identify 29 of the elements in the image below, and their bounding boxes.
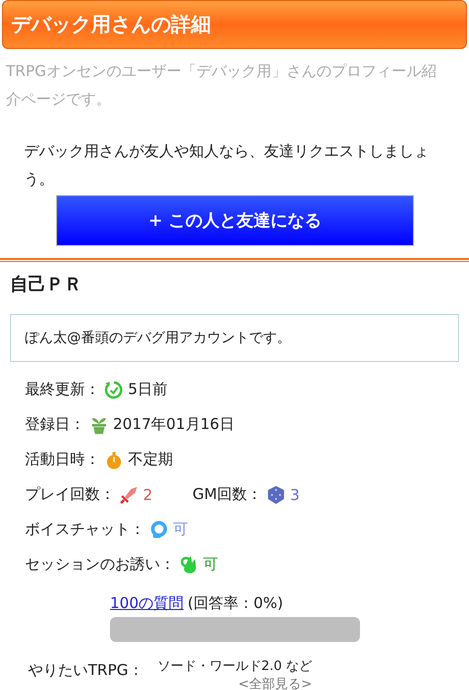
games-label: やりたいTRPG： xyxy=(28,660,144,681)
stat-label: ボイスチャット： xyxy=(25,520,145,539)
stat-value: 5日前 xyxy=(128,380,168,399)
stat-value: 3 xyxy=(290,486,300,504)
stat-label: セッションのお誘い： xyxy=(25,555,175,574)
stat-value: 不定期 xyxy=(128,450,173,469)
stat-label: 活動日時： xyxy=(25,450,100,469)
intro-text: TRPGオンセンのユーザー「デバック用」さんのプロフィール紹介ページです。 xyxy=(6,61,438,110)
stat-value: 可 xyxy=(203,555,218,574)
sword-icon xyxy=(119,484,139,504)
questions-link[interactable]: 100の質問 xyxy=(110,594,184,613)
page-title: デバック用さんの詳細 xyxy=(11,11,211,38)
clock-icon xyxy=(104,380,124,400)
stat-value: 2017年01月16日 xyxy=(113,415,234,434)
stat-label: GM回数： xyxy=(192,485,262,504)
stat-value: 可 xyxy=(173,520,188,539)
pr-text: ぽん太@番頭のデバグ用アカウントです。 xyxy=(25,329,291,347)
stopwatch-icon xyxy=(104,450,124,470)
answer-rate: (回答率：0%) xyxy=(188,594,284,613)
stat-label: プレイ回数： xyxy=(25,485,115,504)
section-heading: 自己ＰＲ xyxy=(10,273,83,296)
stat-label: 最終更新： xyxy=(25,380,100,399)
die-icon xyxy=(266,484,286,504)
stat-label: 登録日： xyxy=(25,415,85,434)
stat-value: 2 xyxy=(143,486,153,504)
friend-message: デバック用さんが友人や知人なら、友達リクエストしましょう。 xyxy=(24,141,430,190)
games-value: ソード・ワールド2.0 など xyxy=(157,658,312,675)
see-all-link[interactable]: <全部見る> xyxy=(238,675,312,690)
add-friend-button[interactable]: + この人と友達になる xyxy=(56,195,414,246)
